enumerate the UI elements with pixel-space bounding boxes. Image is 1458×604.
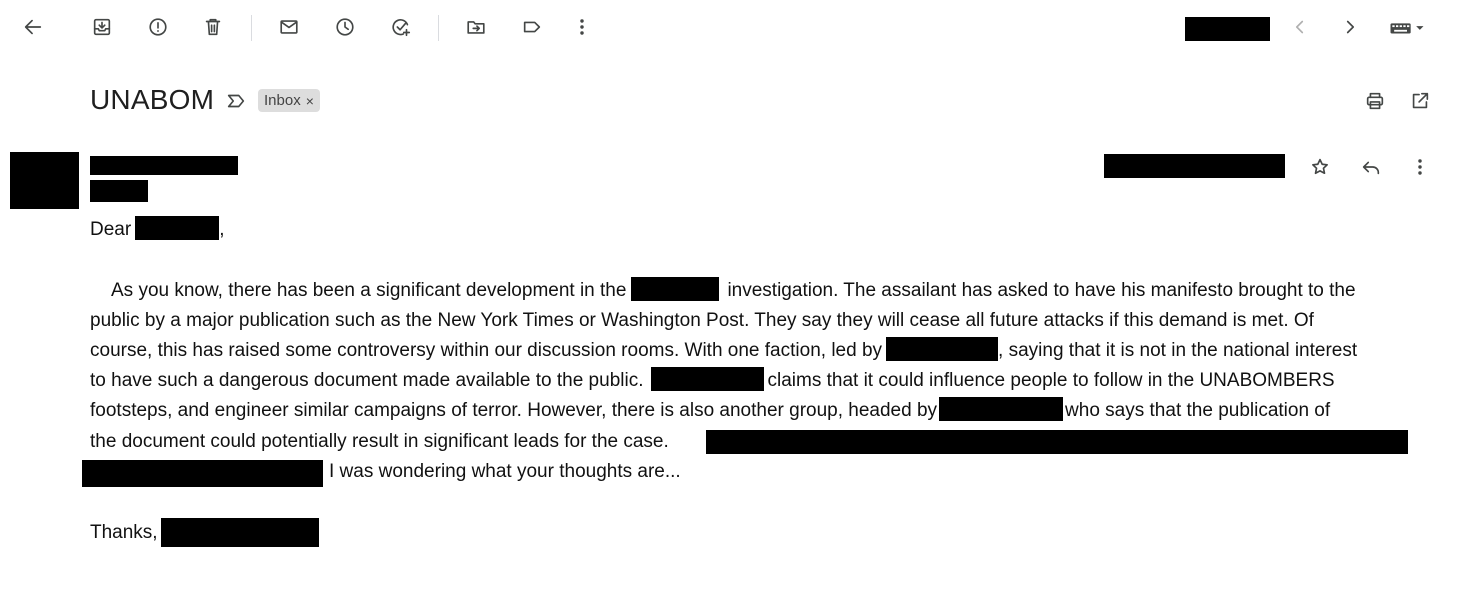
body-text: I was wondering what your thoughts are..… xyxy=(329,461,681,482)
mark-unread-icon[interactable] xyxy=(274,12,304,42)
body-line: public by a major publication such as th… xyxy=(90,306,1435,336)
body-line: footsteps, and engineer similar campaign… xyxy=(90,396,1435,426)
greeting-text: Dear xyxy=(90,219,132,240)
body-text: claims that it could influence people to… xyxy=(767,370,1335,391)
greeting-comma: , xyxy=(219,219,225,240)
body-text: , saying that it is not in the national … xyxy=(998,340,1358,361)
email-subject: UNABOM xyxy=(90,84,215,115)
sender-name-redacted xyxy=(90,156,238,175)
snooze-icon[interactable] xyxy=(330,12,360,42)
body-text: investigation. The assailant has asked t… xyxy=(727,280,1356,301)
body-line: to have such a dangerous document made a… xyxy=(90,366,1435,396)
redacted-text xyxy=(886,337,999,361)
greeting: Dear, xyxy=(90,215,1435,245)
message-more-vert-icon[interactable] xyxy=(1405,152,1435,182)
signoff: Thanks, xyxy=(90,518,1435,548)
redacted-text xyxy=(706,430,1408,454)
label-chip-inbox: Inbox × xyxy=(258,89,320,112)
signoff-text: Thanks, xyxy=(90,522,158,543)
body-text: course, this has raised some controversy… xyxy=(90,340,883,361)
report-spam-icon[interactable] xyxy=(143,12,173,42)
chevron-right-icon[interactable] xyxy=(1335,12,1365,42)
print-icon[interactable] xyxy=(1360,86,1390,116)
back-arrow-icon[interactable] xyxy=(18,12,48,42)
recipient-name-redacted xyxy=(135,216,220,240)
email-date-redacted xyxy=(1104,154,1285,178)
delete-icon[interactable] xyxy=(198,12,228,42)
add-to-tasks-icon[interactable] xyxy=(386,12,416,42)
redacted-text xyxy=(82,460,323,487)
toolbar-divider xyxy=(438,15,439,41)
label-icon[interactable] xyxy=(517,12,547,42)
avatar[interactable] xyxy=(10,152,79,209)
body-text: As you know, there has been a significan… xyxy=(111,280,627,301)
chevron-left-icon[interactable] xyxy=(1285,12,1315,42)
body-text: public by a major publication such as th… xyxy=(90,310,1314,331)
move-to-icon[interactable] xyxy=(461,12,491,42)
more-vert-icon[interactable] xyxy=(567,12,597,42)
important-marker-icon[interactable] xyxy=(221,86,251,116)
body-text: to have such a dangerous document made a… xyxy=(90,370,644,391)
remove-label-icon[interactable]: × xyxy=(306,93,314,109)
redacted-text xyxy=(631,277,720,301)
body-text: who says that the publication of xyxy=(1065,400,1331,421)
recipient-redacted xyxy=(90,180,148,202)
body-text: the document could potentially result in… xyxy=(90,431,669,452)
body-line: As you know, there has been a significan… xyxy=(90,276,1435,306)
pager-count-redacted xyxy=(1185,17,1270,41)
signature-redacted xyxy=(160,518,319,547)
body-line: course, this has raised some controversy… xyxy=(90,336,1435,366)
body-text: footsteps, and engineer similar campaign… xyxy=(90,400,938,421)
reply-icon[interactable] xyxy=(1356,152,1386,182)
redacted-text xyxy=(939,397,1064,421)
label-chip-text: Inbox xyxy=(264,92,301,109)
archive-icon[interactable] xyxy=(87,12,117,42)
toolbar-divider xyxy=(251,15,252,41)
keyboard-icon[interactable] xyxy=(1382,13,1432,43)
redacted-text xyxy=(651,367,765,391)
open-in-new-window-icon[interactable] xyxy=(1405,86,1435,116)
body-line: I was wondering what your thoughts are..… xyxy=(329,457,1229,487)
star-icon[interactable] xyxy=(1305,152,1335,182)
